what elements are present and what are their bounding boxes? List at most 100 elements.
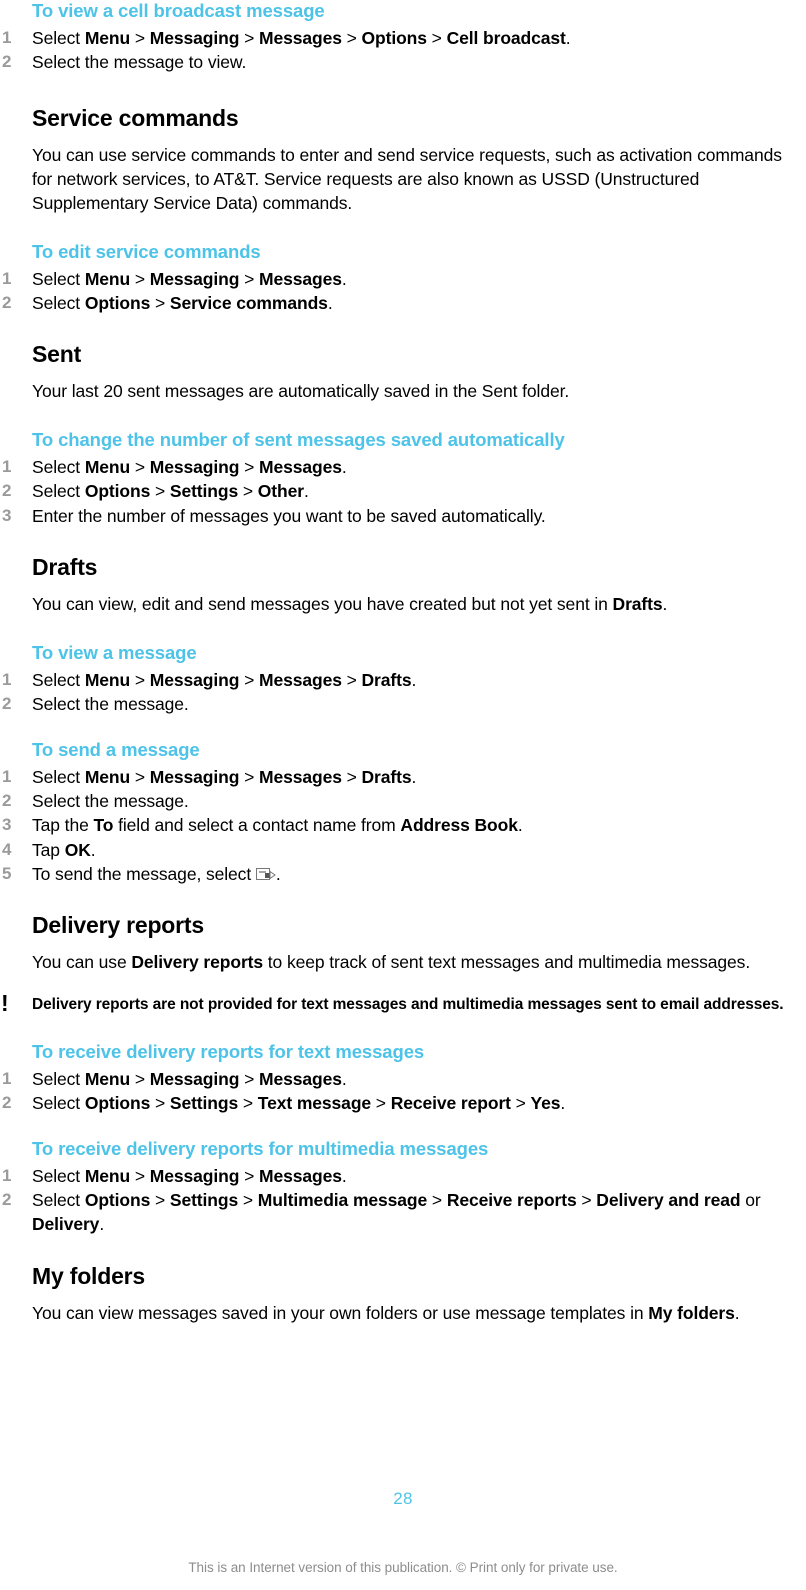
- step-item: 1 Select Menu > Messaging > Messages.: [0, 455, 806, 479]
- inline-text: Select: [32, 1190, 85, 1211]
- ui-term: Address Book: [400, 815, 518, 836]
- inline-text: >: [150, 292, 170, 313]
- inline-text: >: [238, 1093, 258, 1114]
- step-number: 2: [2, 694, 12, 714]
- inline-text: Select: [32, 1165, 85, 1186]
- step-item: 1 Select Menu > Messaging > Messages.: [0, 267, 806, 291]
- inline-text: >: [130, 766, 150, 787]
- inline-text: Tap the: [32, 815, 94, 836]
- step-number: 5: [2, 863, 12, 883]
- ui-term: Messaging: [149, 268, 240, 289]
- step-text: Select Options > Settings > Text message…: [32, 1093, 565, 1113]
- step-list-view-message: 1 Select Menu > Messaging > Messages > Dr…: [0, 668, 806, 717]
- step-item: 3 Enter the number of messages you want t…: [0, 504, 806, 528]
- inline-text: >: [150, 1093, 170, 1114]
- ui-term: Text message: [257, 1093, 372, 1114]
- ui-term: Receive reports: [446, 1190, 577, 1211]
- step-text: Tap OK.: [32, 840, 96, 860]
- exclamation-note-icon: !: [1, 990, 9, 1017]
- ui-term: Messages: [258, 1069, 342, 1090]
- inline-text: >: [427, 1190, 447, 1211]
- manual-page: To view a cell broadcast message 1 Select…: [0, 0, 806, 1590]
- ui-term: Messaging: [149, 670, 240, 691]
- ui-term: Messages: [258, 1165, 342, 1186]
- inline-text: >: [341, 766, 362, 787]
- ui-term: Menu: [84, 28, 131, 48]
- ui-term: Messaging: [149, 1165, 240, 1186]
- inline-text: >: [238, 1190, 258, 1211]
- step-item: 3 Tap the To field and select a contact n…: [0, 813, 806, 837]
- inline-text: Select: [32, 292, 85, 313]
- ui-term: Delivery: [32, 1214, 100, 1235]
- step-item: 2 Select Options > Settings > Multimedia …: [0, 1188, 806, 1237]
- body-sent: Your last 20 sent messages are automatic…: [32, 381, 570, 402]
- step-list-delivery-reports-text: 1 Select Menu > Messaging > Messages. 2 Sel…: [0, 1067, 806, 1116]
- inline-text: .: [341, 268, 347, 289]
- ui-term: Service commands: [169, 292, 328, 313]
- step-item: 1 Select Menu > Messaging > Messages > Dr…: [0, 765, 806, 789]
- task-heading-view-message: To view a message: [32, 642, 197, 664]
- step-text: Select Options > Settings > Other.: [32, 481, 309, 501]
- inline-text: Select the message to view.: [32, 52, 247, 73]
- ui-term: Menu: [84, 1069, 131, 1090]
- ui-term: Messages: [258, 28, 342, 48]
- inline-text: To send the message, select: [32, 863, 256, 884]
- inline-text: >: [239, 28, 259, 48]
- inline-text: >: [371, 1093, 391, 1114]
- ui-term: Messaging: [149, 28, 240, 48]
- ui-term: Messages: [258, 457, 342, 478]
- step-text: Select the message.: [32, 791, 189, 811]
- inline-text: Select: [32, 28, 85, 48]
- step-text: Tap the To field and select a contact na…: [32, 815, 523, 835]
- inline-text: >: [341, 670, 362, 691]
- inline-text: Select: [32, 1069, 85, 1090]
- inline-text: Select: [32, 268, 85, 289]
- task-heading-view-cell-broadcast: To view a cell broadcast message: [32, 0, 325, 21]
- inline-text: >: [150, 1190, 170, 1211]
- ui-term: Other: [257, 481, 304, 502]
- inline-text: You can use: [32, 952, 132, 973]
- ui-term: Settings: [169, 481, 239, 502]
- task-heading-send-message: To send a message: [32, 738, 200, 760]
- inline-text: Enter the number of messages you want to…: [32, 505, 546, 526]
- inline-text: >: [239, 1069, 259, 1090]
- step-item: 1 Select Menu > Messaging > Messages > Op…: [0, 26, 806, 50]
- inline-text: Select the message.: [32, 790, 189, 811]
- step-item: 2 Select the message.: [0, 789, 806, 813]
- inline-text: to keep track of sent text messages and …: [263, 952, 751, 973]
- step-text: Select Menu > Messaging > Messages.: [32, 1166, 347, 1186]
- inline-text: >: [239, 268, 259, 289]
- inline-text: >: [238, 481, 258, 502]
- section-heading-sent: Sent: [32, 341, 82, 368]
- ui-term: Menu: [84, 1165, 131, 1186]
- note-text: Delivery reports are not provided for te…: [32, 996, 784, 1014]
- step-list-send-message: 1 Select Menu > Messaging > Messages > Dr…: [0, 765, 806, 886]
- step-number: 2: [2, 790, 12, 810]
- step-item: 1 Select Menu > Messaging > Messages > Dr…: [0, 668, 806, 692]
- step-item: 2 Select the message.: [0, 692, 806, 716]
- ui-term: Options: [84, 1190, 151, 1211]
- section-heading-my-folders: My folders: [32, 1262, 146, 1289]
- inline-text: You can view, edit and send messages you…: [32, 594, 613, 615]
- step-item: 5 To send the message, select .: [0, 862, 806, 886]
- inline-text: field and select a contact name from: [113, 815, 401, 836]
- step-number: 1: [2, 1165, 12, 1185]
- inline-text: Select: [32, 670, 85, 691]
- ui-term: Options: [84, 1093, 151, 1114]
- ui-term: Messages: [258, 268, 342, 289]
- inline-text: Select: [32, 481, 85, 502]
- step-text: To send the message, select .: [32, 864, 281, 884]
- inline-text: .: [327, 292, 333, 313]
- step-number: 1: [2, 1069, 12, 1089]
- inline-text: >: [130, 268, 150, 289]
- inline-text: >: [130, 1165, 150, 1186]
- inline-text: .: [99, 1214, 105, 1235]
- inline-text: Select: [32, 766, 85, 787]
- inline-text: .: [303, 481, 309, 502]
- section-heading-service-commands: Service commands: [32, 104, 239, 131]
- inline-text: >: [239, 457, 259, 478]
- section-heading-drafts: Drafts: [32, 554, 98, 581]
- body-drafts: You can view, edit and send messages you…: [0, 592, 806, 616]
- ui-term: Yes: [530, 1093, 561, 1114]
- ui-term: Drafts: [361, 670, 412, 691]
